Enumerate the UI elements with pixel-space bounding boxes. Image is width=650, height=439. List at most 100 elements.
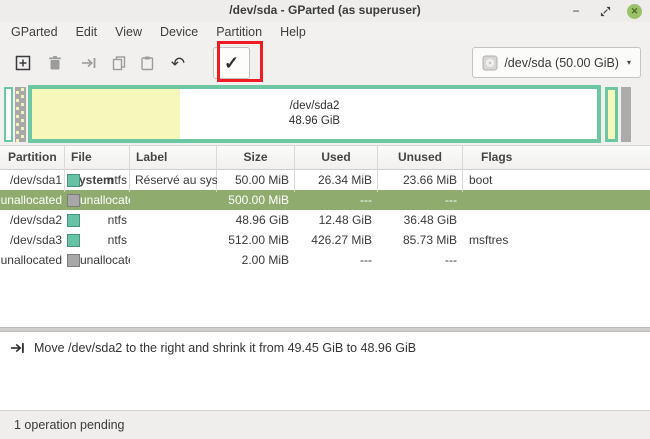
table-row-sda1[interactable]: /dev/sda1 ntfs Réservé au système 50.00 … <box>0 170 650 190</box>
apply-operations-button[interactable]: ✓ <box>213 47 250 79</box>
cell-partition: /dev/sda1 <box>0 170 65 190</box>
chevron-down-icon: ▾ <box>627 58 631 67</box>
filesystem-color-swatch <box>67 234 80 247</box>
cell-unused: 23.66 MiB <box>378 170 463 190</box>
filesystem-name: unallocated <box>80 250 130 270</box>
menu-view[interactable]: View <box>106 24 151 40</box>
pending-operations-count: 1 operation pending <box>14 418 125 432</box>
restore-button[interactable] <box>598 4 612 18</box>
table-row-sda2[interactable]: /dev/sda2 ntfs 48.96 GiB 12.48 GiB 36.48… <box>0 210 650 230</box>
resize-move-icon <box>80 54 98 72</box>
cell-size: 512.00 MiB <box>217 230 295 250</box>
cell-flags <box>463 190 650 210</box>
cell-used: 426.27 MiB <box>295 230 378 250</box>
disk-icon <box>482 55 498 71</box>
menu-gparted[interactable]: GParted <box>2 24 67 40</box>
paste-icon <box>138 54 156 72</box>
cell-used: --- <box>295 190 378 210</box>
cell-partition: unallocated <box>0 250 65 270</box>
menu-partition[interactable]: Partition <box>207 24 271 40</box>
close-icon: ✕ <box>631 6 639 17</box>
filesystem-color-swatch <box>67 254 80 267</box>
titlebar: /dev/sda - GParted (as superuser) − ✕ <box>0 0 650 22</box>
filesystem-name: ntfs <box>80 230 130 250</box>
window-controls: − ✕ <box>569 0 642 22</box>
disk-segment-unallocated-2[interactable] <box>621 87 631 142</box>
copy-partition-button[interactable] <box>110 54 128 72</box>
cell-size: 500.00 MiB <box>217 190 295 210</box>
menu-device[interactable]: Device <box>151 24 207 40</box>
table-row-unallocated-1[interactable]: unallocated unallocated 500.00 MiB --- -… <box>0 190 650 210</box>
filesystem-color-swatch <box>67 174 80 187</box>
statusbar: 1 operation pending <box>0 410 650 439</box>
trash-icon <box>46 54 64 72</box>
cell-label <box>130 190 217 210</box>
cell-flags <box>463 210 650 230</box>
cell-filesystem: ntfs <box>65 170 130 190</box>
close-button[interactable]: ✕ <box>627 4 642 19</box>
resize-move-button[interactable] <box>80 54 98 72</box>
partition-table: Partition File System Label Size Used Un… <box>0 145 650 327</box>
cell-used: --- <box>295 250 378 270</box>
cell-partition: unallocated <box>0 190 65 210</box>
resize-move-icon <box>10 340 26 356</box>
menubar: GParted Edit View Device Partition Help <box>0 22 650 42</box>
disk-segment-sda1[interactable] <box>4 87 13 142</box>
pending-operations-panel: Move /dev/sda2 to the right and shrink i… <box>0 332 650 410</box>
cell-unused: 85.73 MiB <box>378 230 463 250</box>
cell-filesystem: unallocated <box>65 190 130 210</box>
filesystem-name: ntfs <box>80 210 130 230</box>
cell-used: 26.34 MiB <box>295 170 378 190</box>
cell-size: 2.00 MiB <box>217 250 295 270</box>
device-selector[interactable]: /dev/sda (50.00 GiB) ▾ <box>472 47 641 78</box>
minimize-button[interactable]: − <box>569 4 583 18</box>
cell-filesystem: unallocated <box>65 250 130 270</box>
disk-visual-panel: /dev/sda2 48.96 GiB <box>0 84 650 145</box>
menu-help[interactable]: Help <box>271 24 315 40</box>
cell-unused: --- <box>378 250 463 270</box>
cell-label: Réservé au système <box>130 170 217 190</box>
operation-description: Move /dev/sda2 to the right and shrink i… <box>34 341 416 355</box>
new-partition-button[interactable] <box>14 54 32 72</box>
restore-icon <box>600 6 611 17</box>
cell-flags: msftres <box>463 230 650 250</box>
filesystem-name: unallocated <box>80 190 130 210</box>
cell-filesystem: ntfs <box>65 210 130 230</box>
disk-segment-unallocated-1[interactable] <box>15 87 26 142</box>
new-partition-icon <box>14 54 32 72</box>
cell-label <box>130 250 217 270</box>
filesystem-color-swatch <box>67 194 80 207</box>
cell-used: 12.48 GiB <box>295 210 378 230</box>
cell-size: 48.96 GiB <box>217 210 295 230</box>
undo-icon: ↶ <box>171 55 185 72</box>
table-row-unallocated-2[interactable]: unallocated unallocated 2.00 MiB --- --- <box>0 250 650 270</box>
toolbar: ↶ ✓ /dev/sda (50.00 GiB) ▾ <box>0 42 650 84</box>
segment-partition-size: 48.96 GiB <box>32 114 597 129</box>
disk-segment-label: /dev/sda2 48.96 GiB <box>32 99 597 129</box>
device-selector-label: /dev/sda (50.00 GiB) <box>504 56 619 70</box>
table-header-row: Partition File System Label Size Used Un… <box>0 146 650 170</box>
paste-partition-button[interactable] <box>138 54 156 72</box>
delete-partition-button[interactable] <box>46 54 64 72</box>
cell-unused: 36.48 GiB <box>378 210 463 230</box>
apply-check-icon: ✓ <box>224 53 239 74</box>
cell-partition: /dev/sda2 <box>0 210 65 230</box>
table-row-sda3[interactable]: /dev/sda3 ntfs 512.00 MiB 426.27 MiB 85.… <box>0 230 650 250</box>
cell-flags <box>463 250 650 270</box>
cell-unused: --- <box>378 190 463 210</box>
pending-operation-item: Move /dev/sda2 to the right and shrink i… <box>0 332 650 356</box>
menu-edit[interactable]: Edit <box>67 24 107 40</box>
filesystem-name: ntfs <box>80 170 130 190</box>
copy-icon <box>110 54 128 72</box>
cell-label <box>130 210 217 230</box>
undo-button[interactable]: ↶ <box>169 54 187 72</box>
segment-partition-name: /dev/sda2 <box>32 99 597 114</box>
disk-segment-sda3[interactable] <box>605 87 618 142</box>
disk-segment-sda2[interactable]: /dev/sda2 48.96 GiB <box>28 85 601 143</box>
cell-partition: /dev/sda3 <box>0 230 65 250</box>
cell-flags: boot <box>463 170 650 190</box>
cell-size: 50.00 MiB <box>217 170 295 190</box>
window-title: /dev/sda - GParted (as superuser) <box>0 3 650 17</box>
cell-label <box>130 230 217 250</box>
cell-filesystem: ntfs <box>65 230 130 250</box>
